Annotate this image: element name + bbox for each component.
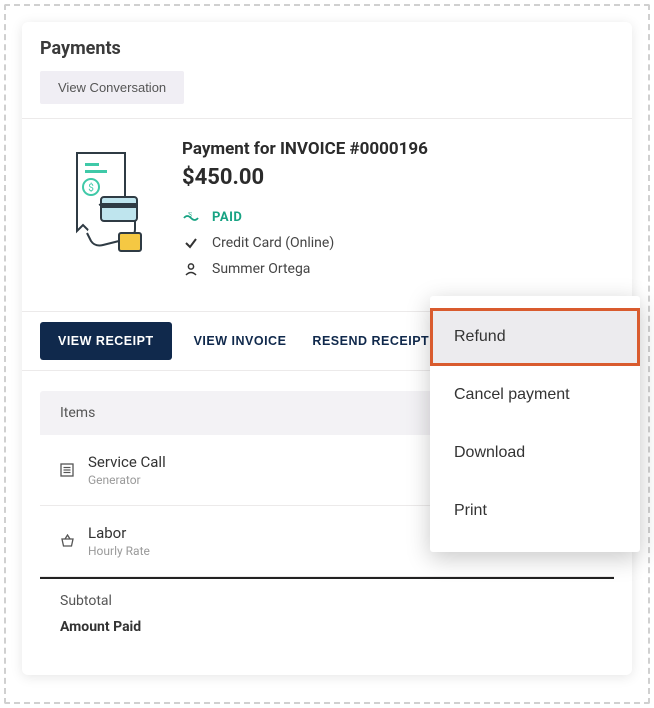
list-icon [60,463,88,477]
method-row: Credit Card (Online) [182,235,614,251]
customer-name: Summer Ortega [212,261,310,277]
item-name: Labor [88,524,404,542]
card-header: Payments View Conversation [22,22,632,119]
item-name: Service Call [88,453,404,471]
payment-amount: $450.00 [182,165,614,190]
menu-item-download[interactable]: Download [430,424,640,482]
receipt-illustration: $ [50,139,160,287]
item-sub: Generator [88,473,404,487]
payment-title: Payment for INVOICE #0000196 [182,139,614,159]
menu-item-print[interactable]: Print [430,482,640,540]
check-icon [182,236,200,250]
item-sub: Hourly Rate [88,544,404,558]
basket-icon [60,534,88,548]
status-badge: PAID [212,210,242,225]
page-title: Payments [40,38,614,59]
person-icon [182,262,200,276]
amount-paid-row: Amount Paid [60,619,594,635]
view-receipt-button[interactable]: VIEW RECEIPT [40,322,172,360]
menu-item-cancel-payment[interactable]: Cancel payment [430,366,640,424]
row-main: Labor Hourly Rate [88,524,404,558]
subtotal-label: Subtotal [60,593,112,609]
status-row: $ PAID [182,210,614,225]
col-items-header: Items [60,405,404,421]
view-invoice-button[interactable]: VIEW INVOICE [190,324,291,358]
subtotal-row: Subtotal [60,593,594,609]
svg-text:$: $ [188,212,192,219]
customer-row: Summer Ortega [182,261,614,277]
resend-receipt-button[interactable]: RESEND RECEIPT [308,324,433,358]
summary-body: Payment for INVOICE #0000196 $450.00 $ P… [160,139,614,287]
menu-item-refund[interactable]: Refund [430,308,640,366]
more-actions-menu: Refund Cancel payment Download Print [430,296,640,552]
svg-text:$: $ [88,181,94,194]
payment-summary: $ Payment for INVOICE #0000196 $450.00 $… [22,119,632,311]
amount-paid-label: Amount Paid [60,619,141,635]
view-conversation-button[interactable]: View Conversation [40,71,184,104]
paid-icon: $ [182,212,200,224]
payment-method: Credit Card (Online) [212,235,334,251]
totals-section: Subtotal Amount Paid [40,577,614,635]
row-main: Service Call Generator [88,453,404,487]
